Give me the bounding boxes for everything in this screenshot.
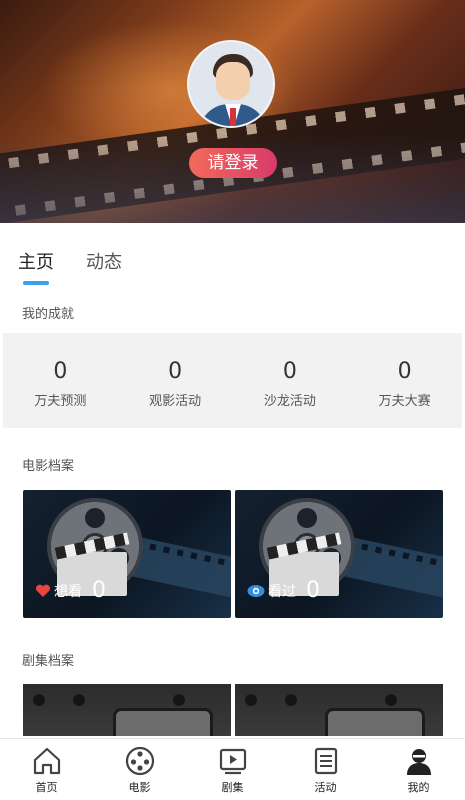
nav-events[interactable]: 活动 — [279, 739, 372, 800]
series-archive-title: 剧集档案 — [22, 654, 75, 669]
achievement-count: 0 — [168, 359, 183, 384]
tab-home[interactable]: 主页 — [18, 248, 54, 274]
tv-image — [325, 708, 425, 736]
card-label: 看过 — [268, 583, 296, 600]
achievements-panel: 0 万夫预测 0 观影活动 0 沙龙活动 0 万夫大赛 — [3, 333, 462, 428]
card-meta: 想看 0 — [35, 578, 106, 603]
nav-home[interactable]: 首页 — [0, 739, 93, 800]
nav-mine[interactable]: 我的 — [372, 739, 465, 800]
heart-icon — [35, 584, 51, 597]
achievement-label: 观影活动 — [149, 394, 202, 409]
achievement-count: 0 — [53, 359, 68, 384]
profile-header-banner: 请登录 — [0, 0, 465, 223]
achievement-label: 万夫预测 — [34, 394, 87, 409]
nav-series[interactable]: 剧集 — [186, 739, 279, 800]
card-label: 想看 — [54, 583, 82, 600]
achievement-salon[interactable]: 0 沙龙活动 — [233, 333, 348, 428]
bottom-nav: 首页 电影 剧集 活动 我的 — [0, 738, 465, 800]
nav-label: 剧集 — [221, 781, 244, 794]
series-card-left[interactable] — [23, 684, 231, 736]
avatar[interactable] — [187, 40, 275, 128]
series-card-right[interactable] — [235, 684, 443, 736]
achievement-count: 0 — [397, 359, 412, 384]
tab-activity[interactable]: 动态 — [86, 248, 122, 274]
profile-page: 请登录 主页 动态 我的成就 0 万夫预测 0 观影活动 0 沙龙活动 0 万夫… — [0, 0, 465, 800]
achievement-count: 0 — [282, 359, 297, 384]
play-icon — [219, 748, 246, 775]
achievement-label: 万夫大赛 — [378, 394, 431, 409]
card-count: 0 — [92, 578, 106, 603]
nav-label: 首页 — [35, 781, 58, 794]
film-reel-icon — [125, 746, 154, 776]
watched-card[interactable]: 看过 0 — [235, 490, 443, 618]
achievements-title: 我的成就 — [22, 307, 75, 322]
movie-archive-title: 电影档案 — [22, 459, 75, 474]
user-icon — [406, 749, 431, 775]
want-to-watch-card[interactable]: 想看 0 — [23, 490, 231, 618]
login-button[interactable]: 请登录 — [189, 148, 277, 178]
active-tab-indicator — [23, 281, 49, 285]
nav-movies[interactable]: 电影 — [93, 739, 186, 800]
nav-label: 活动 — [314, 781, 337, 794]
card-count: 0 — [306, 578, 320, 603]
tv-image — [113, 708, 213, 736]
achievement-screening[interactable]: 0 观影活动 — [118, 333, 233, 428]
card-meta: 看过 0 — [247, 578, 320, 603]
eye-icon — [247, 584, 265, 597]
list-icon — [314, 747, 337, 775]
achievement-prediction[interactable]: 0 万夫预测 — [3, 333, 118, 428]
achievement-contest[interactable]: 0 万夫大赛 — [347, 333, 462, 428]
nav-label: 电影 — [128, 781, 151, 794]
profile-tabs: 主页 动态 — [0, 223, 465, 289]
achievement-label: 沙龙活动 — [263, 394, 316, 409]
nav-label: 我的 — [407, 781, 430, 794]
home-icon — [33, 747, 60, 775]
